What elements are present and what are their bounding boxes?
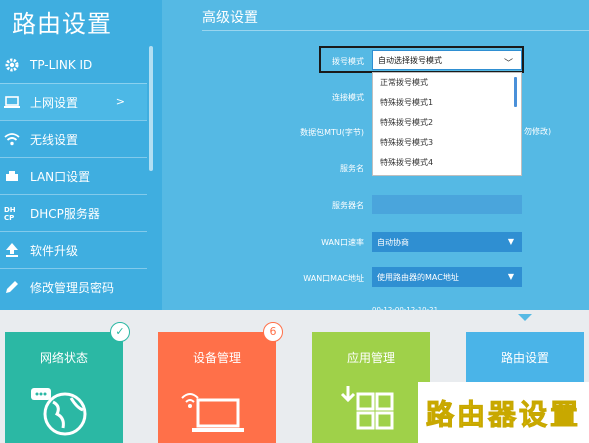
dial-mode-option[interactable]: 特殊拨号模式3 [373,133,521,153]
wan-mac-value: 使用路由器的MAC地址 [377,272,459,282]
sidebar-scrollbar[interactable] [149,46,153,171]
dial-mode-option[interactable]: 特殊拨号模式1 [373,93,521,113]
wan-speed-label: WAN口速率 [321,238,364,247]
wan-mac-label: WAN口MAC地址 [303,274,364,283]
svg-text:CP: CP [4,214,14,221]
sidebar-item-label: 上网设置 [30,95,79,110]
tile-app-management[interactable]: 应用管理 [312,332,430,443]
tile-label: 网络状态 [39,351,88,365]
dropdown-scrollbar[interactable] [514,77,517,107]
connect-mode-label: 连接模式 [332,93,364,102]
watermark: 路由器设置 [418,382,589,443]
mtu-label: 数据包MTU(字节) [300,128,364,137]
laptop-icon [4,94,20,110]
dial-mode-select[interactable]: 自动选择拨号模式 ﹀ [372,50,522,70]
active-tile-pointer [518,314,532,321]
sidebar-item-label: DHCP服务器 [30,206,100,221]
sidebar-item-firmware-upgrade[interactable]: 软件升级 [0,231,147,268]
sidebar-item-label: 无线设置 [30,132,79,147]
app-title: 路由设置 [12,10,112,38]
title-divider [202,30,589,31]
sidebar-item-lan[interactable]: LAN口设置 [0,157,147,194]
page-title: 高级设置 [202,10,258,26]
wan-speed-select[interactable]: 自动协商 ▼ [372,232,522,252]
tile-label: 应用管理 [346,351,395,365]
sidebar-item-dhcp[interactable]: DH CP DHCP服务器 [0,194,147,231]
wifi-icon [4,131,20,147]
dial-mode-dropdown: 正常拨号模式 特殊拨号模式1 特殊拨号模式2 特殊拨号模式3 特殊拨号模式4 [372,72,522,176]
sidebar-item-admin-password[interactable]: 修改管理员密码 [0,268,147,305]
tile-device-management[interactable]: 设备管理 [158,332,276,443]
tile-network-status[interactable]: 网络状态 [5,332,123,443]
sidebar-item-label: 修改管理员密码 [30,280,115,295]
dhcp-icon: DH CP [4,205,20,221]
dial-mode-option[interactable]: 正常拨号模式 [373,73,521,93]
svg-text:DH: DH [4,206,16,214]
chevron-down-icon: ▼ [507,237,514,246]
gear-icon [4,57,20,73]
sidebar-item-label: TP-LINK ID [30,57,93,72]
chevron-down-icon: ﹀ [503,59,513,69]
watermark-text: 路由器设置 [425,397,581,431]
advanced-settings-panel: 高级设置 拨号模式 连接模式 数据包MTU(字节) 勿修改) 服务名 服务器名 … [162,0,589,310]
globe-icon [5,372,123,442]
sidebar-item-wireless[interactable]: 无线设置 [0,120,147,157]
sidebar: 路由设置 TP-LINK ID 上网设置 > 无线设置 LAN口设置 DH CP… [0,0,162,310]
sidebar-item-internet[interactable]: 上网设置 > [0,83,147,120]
sidebar-item-label: 软件升级 [30,243,79,258]
status-ok-badge: ✓ [110,322,130,342]
server-name-input[interactable] [372,195,522,214]
chevron-down-icon: ▼ [507,272,514,281]
pencil-icon [4,279,20,295]
dial-mode-option[interactable]: 特殊拨号模式4 [373,153,521,173]
wan-mac-select[interactable]: 使用路由器的MAC地址 ▼ [372,267,522,287]
sidebar-menu: TP-LINK ID 上网设置 > 无线设置 LAN口设置 DHCP DHCP [0,46,147,305]
upload-icon [4,242,20,258]
dial-mode-option[interactable]: 特殊拨号模式2 [373,113,521,133]
device-count-badge: 6 [263,322,283,342]
tile-label: 路由设置 [500,351,549,365]
server-name-label: 服务器名 [332,201,364,210]
sidebar-item-tp-link-id[interactable]: TP-LINK ID [0,46,147,83]
dial-mode-value: 自动选择拨号模式 [378,55,442,65]
laptop-wifi-icon [158,372,276,442]
sidebar-item-label: LAN口设置 [30,169,91,184]
chevron-right-icon: > [115,95,125,108]
app-grid-icon [312,372,430,442]
tile-label: 设备管理 [192,351,241,365]
service-name-label: 服务名 [340,164,364,173]
lan-port-icon [4,168,20,184]
wan-speed-value: 自动协商 [377,237,409,247]
mtu-note: 勿修改) [524,127,552,136]
